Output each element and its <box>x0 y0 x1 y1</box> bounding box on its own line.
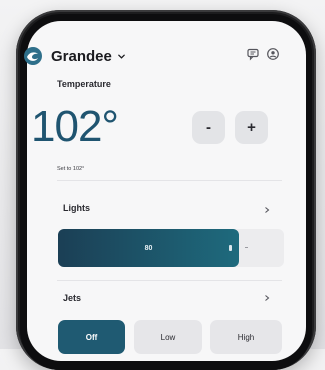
divider <box>57 180 282 181</box>
chevron-right-icon[interactable] <box>263 294 271 302</box>
slider-end-mark <box>245 247 248 248</box>
increase-temperature-button[interactable]: + <box>235 111 268 144</box>
swirl-logo-icon <box>24 47 42 65</box>
temperature-value: 102° <box>31 102 119 151</box>
chat-bubble-icon[interactable] <box>246 47 260 61</box>
brightness-value: 80 <box>144 244 153 252</box>
decrease-temperature-button[interactable]: - <box>192 111 225 144</box>
slider-handle[interactable] <box>229 245 232 251</box>
chevron-down-icon[interactable] <box>117 52 126 61</box>
setpoint-text: Set to 102° <box>57 166 85 172</box>
user-circle-icon[interactable] <box>266 47 280 61</box>
spa-name-title[interactable]: Grandee <box>51 48 112 65</box>
divider <box>57 280 282 281</box>
jets-label[interactable]: Jets <box>63 293 81 303</box>
chevron-right-icon[interactable] <box>263 206 271 214</box>
temperature-label: Temperature <box>57 79 111 89</box>
lights-brightness-slider[interactable]: 80 <box>58 229 284 267</box>
lights-label[interactable]: Lights <box>63 203 90 213</box>
app-screen <box>27 21 306 361</box>
header: Grandee <box>23 46 126 66</box>
